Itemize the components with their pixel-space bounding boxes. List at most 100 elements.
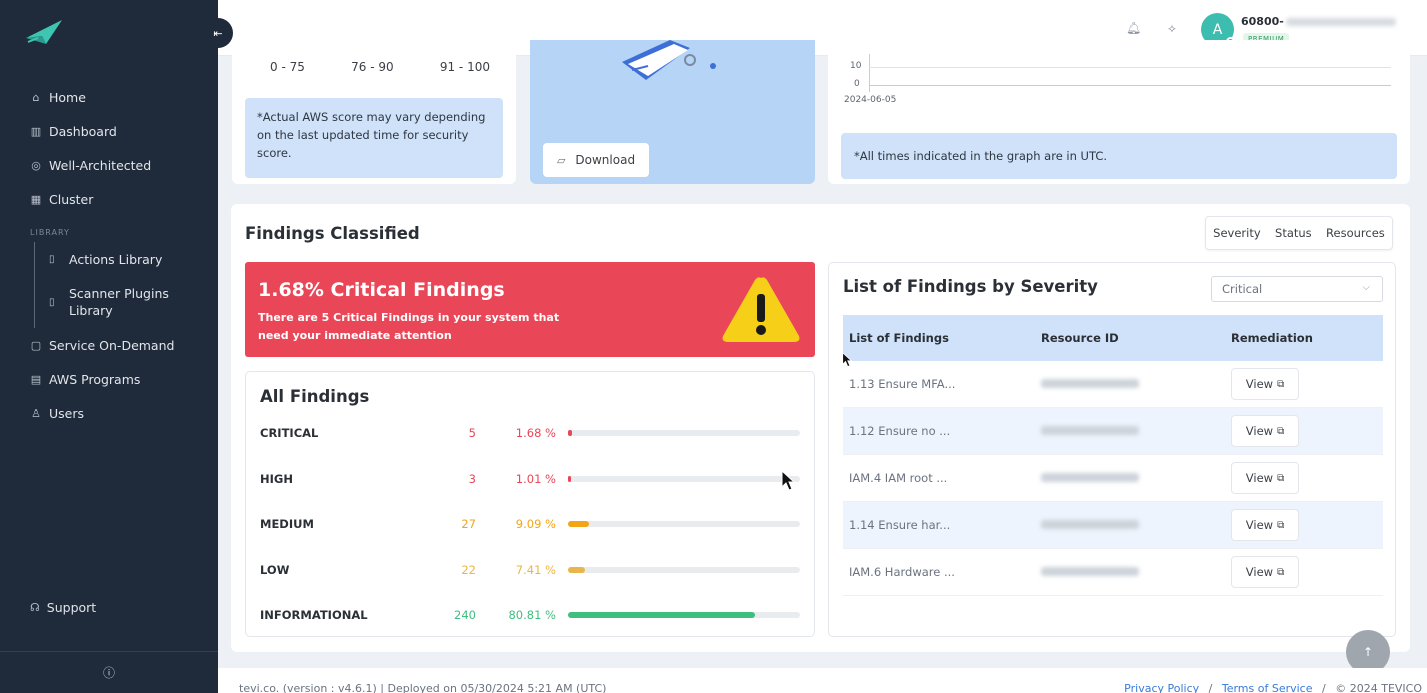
severity-progress-fill [568,521,590,527]
critical-banner-subtitle: There are 5 Critical Findings in your sy… [258,311,560,342]
y-tick: 0 [854,79,860,89]
download-label: Download [575,153,636,167]
privacy-policy-link[interactable]: Privacy Policy [1124,682,1199,693]
resource-id-redacted [1041,379,1139,388]
library-group-label: LIBRARY [30,227,70,237]
headset-icon: ☊ [30,601,40,614]
account-name-redacted [1285,18,1396,26]
sidebar-item-label: Home [49,89,86,105]
book-icon: ▯ [49,296,55,308]
collapse-sidebar-button[interactable]: ⇤ [203,18,233,48]
list-title: List of Findings by Severity [843,277,1098,296]
view-label: View [1245,377,1274,391]
tab-status[interactable]: Status [1275,226,1312,240]
remediation-cell: View ⧉ [1231,462,1383,494]
external-link-icon: ⧉ [1277,566,1285,578]
score-range-high: 91 - 100 [439,60,490,74]
resource-id [1041,471,1231,485]
finding-severity-row: CRITICAL 5 1.68 % [260,424,800,442]
support-label: Support [46,600,97,615]
all-findings-title: All Findings [260,387,370,406]
mouse-cursor-icon [842,352,852,367]
account-name[interactable]: 60800- [1241,15,1396,28]
tab-severity[interactable]: Severity [1213,226,1261,240]
x-tick: 2024-06-05 [844,95,897,105]
severity-label: INFORMATIONAL [260,608,368,622]
sidebar-item-label: AWS Programs [49,371,141,387]
classification-tabs: Severity Status Resources [1205,216,1393,250]
tab-resources[interactable]: Resources [1326,226,1385,240]
table-row[interactable]: IAM.4 IAM root ... View ⧉ [843,455,1383,502]
finding-name: 1.14 Ensure har... [849,518,951,532]
column-header-resource-id: Resource ID [1041,331,1119,345]
table-row[interactable]: 1.13 Ensure MFA... View ⧉ [843,361,1383,408]
sidebar-item-label: Actions Library [69,251,163,267]
footer-separator: / [1322,682,1326,693]
finding-severity-row: INFORMATIONAL 240 80.81 % [260,606,800,624]
external-link-icon: ⧉ [1277,472,1285,484]
finding-severity-row: MEDIUM 27 9.09 % [260,515,800,533]
table-row[interactable]: 1.12 Ensure no ... View ⧉ [843,408,1383,455]
sidebar-item-label: Users [49,405,85,421]
y-tick: 10 [850,61,862,71]
copyright: © 2024 TEVICO [1335,682,1422,693]
bell-icon[interactable]: 🔔︎ [1126,21,1141,35]
severity-select[interactable]: Critical ⌵ [1211,276,1383,302]
critical-banner-title: 1.68% Critical Findings [258,279,505,301]
info-icon[interactable]: ⓘ [0,651,218,693]
view-remediation-button[interactable]: View ⧉ [1231,368,1299,400]
all-findings-box: All Findings CRITICAL 5 1.68 % HIGH 3 1.01 % M… [245,371,815,637]
view-remediation-button[interactable]: View ⧉ [1231,509,1299,541]
sidebar-item-label: Service On-Demand [49,337,175,353]
resource-id [1041,518,1231,532]
graph-utc-note: *All times indicated in the graph are in… [841,133,1397,179]
sidebar-item-scanner-plugins-library[interactable]: ▯ Scanner Plugins Library [35,276,218,328]
finding-name: IAM.4 IAM root ... [849,471,948,485]
sidebar-item-support[interactable]: ☊ Support [30,600,96,615]
severity-progress-fill [568,475,571,482]
table-row[interactable]: 1.14 Ensure har... View ⧉ [843,502,1383,549]
layers-icon[interactable]: ⟡ [1168,21,1176,36]
severity-label: LOW [260,562,290,577]
external-link-icon: ⧉ [1277,378,1285,390]
finding-name: IAM.6 Hardware ... [849,565,955,579]
severity-select-value: Critical [1222,282,1263,296]
critical-findings-banner: 1.68% Critical Findings There are 5 Crit… [245,262,815,357]
severity-progress-fill [568,612,756,618]
table-row[interactable]: IAM.6 Hardware ... View ⧉ [843,549,1383,596]
sidebar-item-users[interactable]: ♙ Users [0,396,218,430]
severity-count: 240 [454,608,476,622]
sidebar-item-cluster[interactable]: ▦ Cluster [0,182,218,216]
sidebar-item-well-architected[interactable]: ◎ Well-Architected [0,148,218,182]
sidebar-item-home[interactable]: ⌂ Home [0,80,218,114]
findings-classified-panel: Findings Classified Severity Status Reso… [231,204,1410,652]
x-axis-line [869,85,1391,86]
score-history-graph: 10 0 2024-06-05 [842,54,1402,114]
severity-percent: 1.68 % [515,426,556,440]
severity-percent: 1.01 % [515,471,556,486]
view-remediation-button[interactable]: View ⧉ [1231,415,1299,447]
severity-progress-bar [568,612,800,618]
sidebar-item-service-on-demand[interactable]: ▢ Service On-Demand [0,328,218,362]
download-button[interactable]: ▱ Download [543,143,649,177]
column-header-remediation: Remediation [1231,331,1313,345]
terms-of-service-link[interactable]: Terms of Service [1222,682,1313,693]
account-prefix: 60800- [1241,15,1284,28]
severity-progress-bar [568,566,800,573]
logo-paper-plane-icon[interactable] [24,18,64,46]
sidebar-item-actions-library[interactable]: ▯ Actions Library [35,242,218,276]
cluster-icon: ▦ [30,192,42,206]
score-note: *Actual AWS score may vary depending on … [245,98,503,178]
book-icon: ▯ [49,253,55,265]
sidebar-item-aws-programs[interactable]: ▤ AWS Programs [0,362,218,396]
sidebar-item-dashboard[interactable]: ▥ Dashboard [0,114,218,148]
view-remediation-button[interactable]: View ⧉ [1231,462,1299,494]
chevron-down-icon: ⌵ [1362,282,1370,293]
sidebar-item-label: Cluster [49,191,94,207]
severity-label: CRITICAL [260,426,319,440]
severity-progress-bar [568,521,800,527]
resource-id [1041,377,1231,391]
view-remediation-button[interactable]: View ⧉ [1231,556,1299,588]
severity-percent: 80.81 % [508,608,556,622]
y-axis-line [869,54,870,92]
